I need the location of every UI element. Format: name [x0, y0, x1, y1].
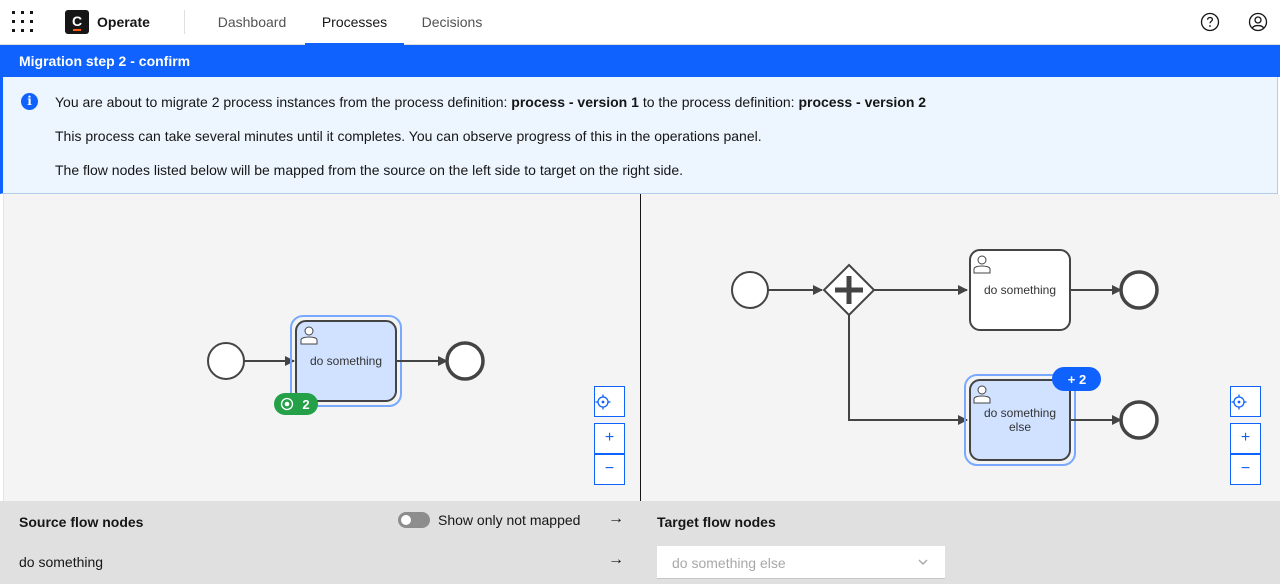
- app-switcher-icon[interactable]: [12, 11, 34, 33]
- sequence-flow: [848, 315, 968, 425]
- task-label: do something: [984, 283, 1056, 297]
- end-event[interactable]: [1119, 270, 1159, 310]
- task-label-line2: else: [1009, 420, 1031, 434]
- zoom-in-button[interactable]: +: [1230, 423, 1261, 454]
- help-icon[interactable]: [1200, 12, 1220, 32]
- show-only-not-mapped-toggle[interactable]: [398, 512, 430, 528]
- source-flow-node: do something: [19, 554, 104, 570]
- migration-step-title: Migration step 2 - confirm: [0, 45, 1280, 77]
- target-flow-nodes-header: Target flow nodes: [657, 514, 776, 530]
- migrated-instances-count: + 2: [1068, 372, 1086, 387]
- center-icon: [595, 394, 611, 410]
- app-name[interactable]: Operate: [97, 14, 150, 30]
- chevron-down-icon: [918, 559, 928, 565]
- task-label-line1: do something: [984, 406, 1056, 420]
- reset-diagram-button[interactable]: [1230, 386, 1261, 417]
- header-arrow-icon: →: [608, 510, 624, 527]
- end-event[interactable]: [445, 341, 485, 381]
- start-event[interactable]: [731, 271, 769, 309]
- active-instances-badge[interactable]: 2: [274, 393, 318, 415]
- top-header: C Operate Dashboard Processes Decisions: [0, 0, 1280, 45]
- summary-middle: to the process definition:: [642, 94, 795, 110]
- tab-processes[interactable]: Processes: [305, 0, 404, 45]
- source-flow-nodes-header: Source flow nodes: [19, 514, 144, 530]
- toggle-label[interactable]: Show only not mapped: [438, 512, 580, 528]
- source-diagram[interactable]: do something 2 + −: [3, 194, 640, 501]
- header-divider: [184, 10, 185, 34]
- center-icon: [1231, 394, 1247, 410]
- migrated-instances-badge[interactable]: + 2: [1052, 367, 1101, 391]
- target-flow-node-select[interactable]: do something else: [657, 546, 945, 579]
- mapping-info-line: The flow nodes listed below will be mapp…: [55, 162, 684, 178]
- tab-decisions[interactable]: Decisions: [410, 0, 494, 45]
- target-definition: process - version 2: [798, 94, 927, 110]
- flow-node-mapping-table: Source flow nodes Show only not mapped →…: [0, 501, 1280, 584]
- zoom-out-button[interactable]: −: [1230, 454, 1261, 485]
- active-instances-count: 2: [302, 397, 309, 412]
- source-bpmn-canvas: do something 2: [207, 315, 485, 415]
- reset-diagram-button[interactable]: [594, 386, 625, 417]
- migration-summary-line: You are about to migrate 2 process insta…: [55, 94, 926, 110]
- info-notification: i You are about to migrate 2 process ins…: [0, 77, 1278, 194]
- target-flow-node-value: do something else: [672, 555, 786, 571]
- summary-prefix: You are about to migrate 2 process insta…: [55, 94, 508, 110]
- camunda-logo-icon[interactable]: C: [65, 10, 89, 34]
- zoom-in-button[interactable]: +: [594, 423, 625, 454]
- target-diagram[interactable]: do something do something else + 2 + −: [641, 194, 1280, 501]
- info-icon: i: [21, 93, 38, 110]
- source-definition: process - version 1: [511, 94, 639, 110]
- task-label: do something: [310, 354, 382, 368]
- user-icon[interactable]: [1248, 12, 1268, 32]
- target-bpmn-canvas: do something do something else + 2: [731, 249, 1159, 466]
- progress-info-line: This process can take several minutes un…: [55, 128, 762, 144]
- tab-dashboard[interactable]: Dashboard: [205, 0, 299, 45]
- end-event[interactable]: [1119, 400, 1159, 440]
- mapping-arrow-icon: →: [608, 551, 624, 568]
- parallel-gateway[interactable]: [822, 263, 876, 317]
- start-event[interactable]: [207, 342, 245, 380]
- zoom-out-button[interactable]: −: [594, 454, 625, 485]
